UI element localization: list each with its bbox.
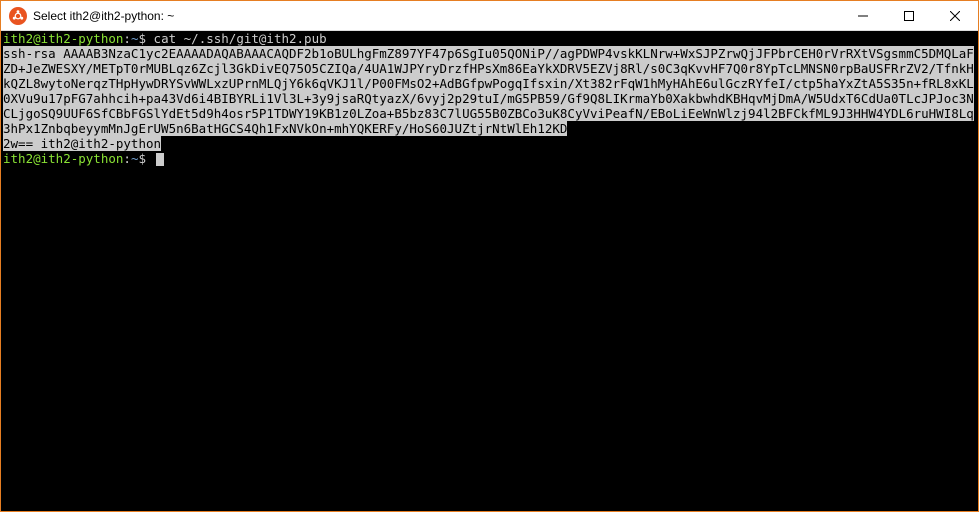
maximize-button[interactable] [886,1,932,30]
prompt-dollar-2: $ [138,151,146,166]
command-text: cat ~/.ssh/git@ith2.pub [154,31,327,46]
prompt-dollar: $ [138,31,146,46]
prompt-colon-2: : [123,151,131,166]
prompt-colon: : [123,31,131,46]
prompt-line-2: ith2@ith2-python:~$ [3,151,976,166]
app-window: Select ith2@ith2-python: ~ ith2@ith2-pyt… [0,0,979,512]
window-controls [840,1,978,30]
prompt-user-host-2: ith2@ith2-python [3,151,123,166]
prompt-line-1: ith2@ith2-python:~$ cat ~/.ssh/git@ith2.… [3,31,976,46]
prompt-user-host: ith2@ith2-python [3,31,123,46]
minimize-button[interactable] [840,1,886,30]
selected-output-main: ssh-rsa AAAAB3NzaC1yc2EAAAADAQABAAACAQDF… [3,46,974,136]
ubuntu-icon [9,7,27,25]
window-title: Select ith2@ith2-python: ~ [33,9,840,23]
titlebar[interactable]: Select ith2@ith2-python: ~ [1,1,978,31]
close-button[interactable] [932,1,978,30]
terminal-area[interactable]: ith2@ith2-python:~$ cat ~/.ssh/git@ith2.… [1,31,978,511]
selected-output-tail: 2w== ith2@ith2-python [3,136,161,151]
cursor [156,153,164,166]
